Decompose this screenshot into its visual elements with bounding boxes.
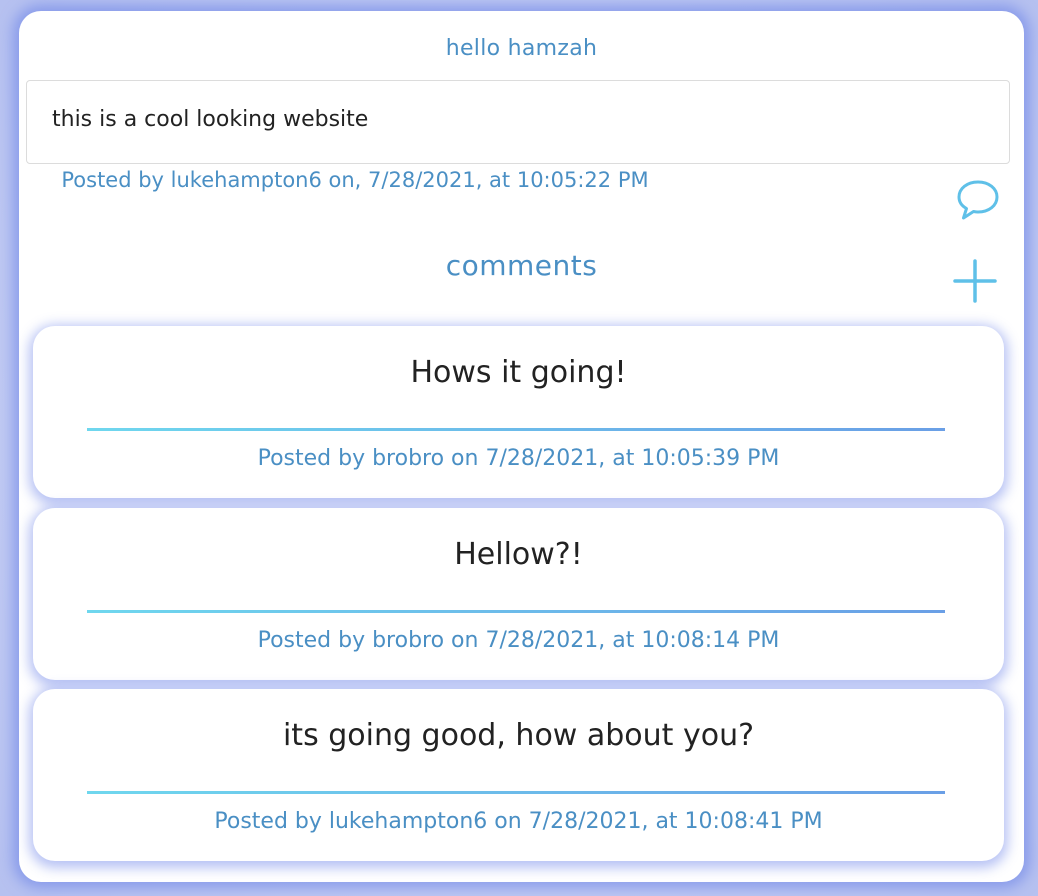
comment-card: Hellow?! Posted by brobro on 7/28/2021, … bbox=[33, 508, 1004, 680]
comment-divider bbox=[87, 610, 945, 613]
page-background: hello hamzah this is a cool looking webs… bbox=[0, 0, 1038, 896]
comment-divider bbox=[87, 791, 945, 794]
comment-card: Hows it going! Posted by brobro on 7/28/… bbox=[33, 326, 1004, 498]
comment-button[interactable] bbox=[954, 177, 1002, 225]
add-comment-button[interactable] bbox=[952, 258, 998, 304]
post-card: hello hamzah this is a cool looking webs… bbox=[19, 11, 1024, 882]
comment-text: Hows it going! bbox=[410, 355, 627, 390]
comment-meta: Posted by lukehampton6 on 7/28/2021, at … bbox=[214, 809, 823, 834]
speech-bubble-icon bbox=[957, 180, 999, 220]
comment-text: Hellow?! bbox=[454, 537, 583, 572]
plus-icon bbox=[953, 259, 997, 303]
post-title: hello hamzah bbox=[445, 36, 598, 61]
comment-meta: Posted by brobro on 7/28/2021, at 10:08:… bbox=[257, 628, 780, 653]
comment-divider bbox=[87, 428, 945, 431]
post-meta: Posted by lukehampton6 on, 7/28/2021, at… bbox=[61, 168, 649, 192]
comment-meta: Posted by brobro on 7/28/2021, at 10:05:… bbox=[257, 446, 780, 471]
post-body: this is a cool looking website bbox=[52, 107, 369, 132]
post-body-box: this is a cool looking website bbox=[26, 80, 1010, 164]
comment-card: its going good, how about you? Posted by… bbox=[33, 689, 1004, 861]
comments-heading: comments bbox=[445, 249, 598, 282]
comment-text: its going good, how about you? bbox=[282, 718, 755, 753]
